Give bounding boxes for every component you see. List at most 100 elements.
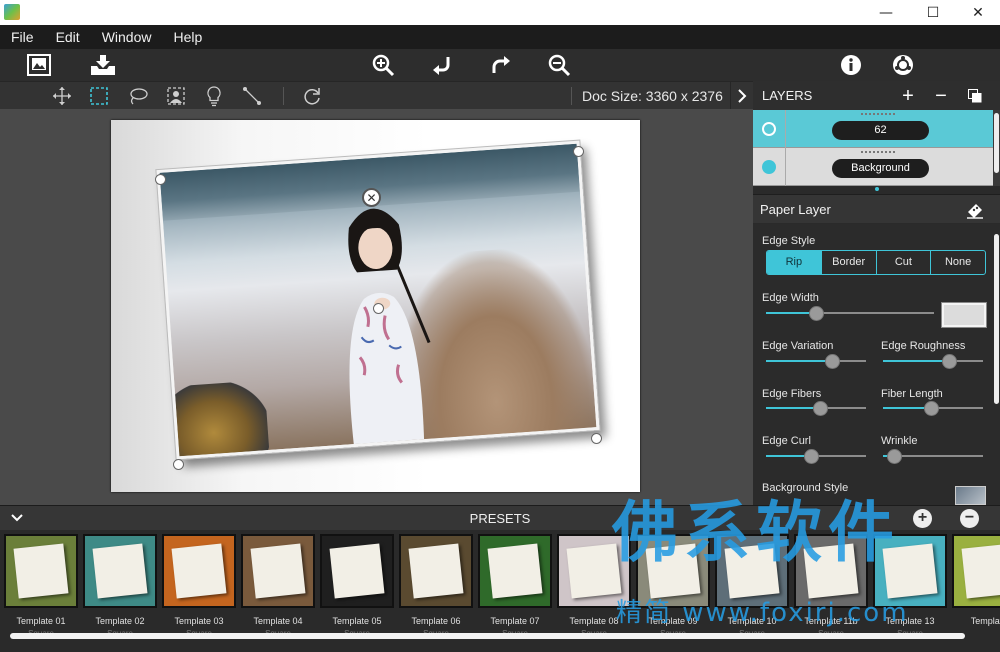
transform-handle-bottom-left[interactable] bbox=[173, 459, 184, 470]
fiber-length-knob[interactable] bbox=[924, 401, 939, 416]
preset-item[interactable]: Template 07Square bbox=[478, 534, 552, 638]
settings-icon[interactable] bbox=[890, 52, 916, 78]
fiber-length-slider[interactable] bbox=[883, 401, 983, 416]
edge-width-label: Edge Width bbox=[762, 292, 819, 304]
remove-layer-button[interactable]: − bbox=[929, 84, 953, 108]
layers-scrollbar[interactable] bbox=[993, 110, 1000, 186]
wrinkle-knob[interactable] bbox=[887, 449, 902, 464]
menu-edit[interactable]: Edit bbox=[45, 25, 91, 49]
presets-scrollbar[interactable] bbox=[10, 633, 965, 639]
tool-divider bbox=[283, 87, 284, 105]
preset-thumbnail[interactable] bbox=[4, 534, 78, 608]
edge-style-cut[interactable]: Cut bbox=[875, 251, 931, 274]
layer-row-62[interactable]: 62 bbox=[753, 110, 993, 148]
redo-icon[interactable] bbox=[488, 52, 514, 78]
add-preset-icon[interactable]: + bbox=[913, 509, 932, 528]
layer-drag-handle-icon[interactable] bbox=[861, 113, 895, 115]
add-layer-button[interactable]: + bbox=[896, 84, 920, 108]
transform-handle-center[interactable] bbox=[373, 303, 384, 314]
preset-label: Template 02 bbox=[95, 616, 145, 626]
zoom-in-icon[interactable] bbox=[370, 52, 396, 78]
zoom-out-icon[interactable] bbox=[546, 52, 572, 78]
chevron-right-icon[interactable] bbox=[730, 82, 752, 110]
menu-file[interactable]: File bbox=[0, 25, 45, 49]
edge-color-swatch[interactable] bbox=[941, 302, 987, 328]
transform-handle-bottom-right[interactable] bbox=[591, 433, 602, 444]
preset-thumbnail-frame bbox=[329, 543, 385, 599]
background-style-swatch[interactable] bbox=[955, 486, 986, 505]
edge-width-slider[interactable] bbox=[766, 306, 934, 321]
preset-label: Template 01 bbox=[16, 616, 66, 626]
layer-drag-handle-icon[interactable] bbox=[861, 151, 895, 153]
preset-thumbnail-frame bbox=[408, 543, 464, 599]
layer-visibility-icon[interactable] bbox=[762, 160, 776, 174]
move-icon[interactable] bbox=[50, 84, 74, 108]
edge-fibers-knob[interactable] bbox=[813, 401, 828, 416]
remove-preset-icon[interactable]: − bbox=[960, 509, 979, 528]
portrait-select-icon[interactable] bbox=[164, 84, 188, 108]
preset-thumbnail[interactable] bbox=[952, 534, 1000, 608]
edge-variation-slider[interactable] bbox=[766, 354, 866, 369]
app-window: — ☐ ✕ File Edit Window Help Doc Size: 33… bbox=[0, 0, 1000, 652]
undo-icon[interactable] bbox=[428, 52, 454, 78]
edge-style-rip[interactable]: Rip bbox=[767, 251, 821, 274]
preset-item[interactable]: Template 01Square bbox=[4, 534, 78, 638]
preset-thumbnail-frame bbox=[961, 543, 1000, 599]
edge-curl-slider[interactable] bbox=[766, 449, 866, 464]
transform-handle-top-left[interactable] bbox=[155, 174, 166, 185]
duplicate-layer-icon[interactable] bbox=[963, 84, 987, 108]
preset-item[interactable]: Template 05Square bbox=[320, 534, 394, 638]
select-rect-icon[interactable] bbox=[87, 84, 111, 108]
lasso-icon[interactable] bbox=[126, 84, 150, 108]
preset-label: Template 05 bbox=[332, 616, 382, 626]
wrinkle-slider[interactable] bbox=[883, 449, 983, 464]
edge-variation-knob[interactable] bbox=[825, 354, 840, 369]
properties-scroll-thumb[interactable] bbox=[994, 234, 999, 404]
preset-thumbnail[interactable] bbox=[83, 534, 157, 608]
paper-properties: Edge Style Rip Border Cut None Edge Widt… bbox=[753, 224, 1000, 505]
preset-item[interactable]: Template 06Square bbox=[399, 534, 473, 638]
eraser-icon[interactable] bbox=[965, 200, 985, 220]
preset-item[interactable]: Template 04Square bbox=[241, 534, 315, 638]
rotate-icon[interactable] bbox=[300, 84, 324, 108]
menu-help[interactable]: Help bbox=[162, 25, 213, 49]
preset-item[interactable]: Template 02Square bbox=[83, 534, 157, 638]
preset-thumbnail[interactable] bbox=[399, 534, 473, 608]
edge-roughness-knob[interactable] bbox=[942, 354, 957, 369]
layers-scroll-thumb[interactable] bbox=[994, 113, 999, 173]
bulb-icon[interactable] bbox=[202, 84, 226, 108]
photo-layer[interactable] bbox=[155, 139, 601, 461]
close-window-button[interactable]: ✕ bbox=[955, 0, 1000, 25]
layer-row-background[interactable]: Background bbox=[753, 148, 993, 186]
main-toolbar bbox=[0, 49, 1000, 81]
canvas-area[interactable]: ✕ bbox=[0, 109, 753, 505]
preset-thumbnail[interactable] bbox=[162, 534, 236, 608]
preset-thumbnail[interactable] bbox=[320, 534, 394, 608]
edge-fibers-slider[interactable] bbox=[766, 401, 866, 416]
edge-width-knob[interactable] bbox=[809, 306, 824, 321]
save-download-icon[interactable] bbox=[90, 52, 116, 78]
preset-thumbnail[interactable] bbox=[478, 534, 552, 608]
edge-curl-knob[interactable] bbox=[804, 449, 819, 464]
remove-layer-icon[interactable]: ✕ bbox=[362, 188, 381, 207]
preset-thumbnail[interactable] bbox=[241, 534, 315, 608]
transform-handle-top-right[interactable] bbox=[573, 146, 584, 157]
menu-window[interactable]: Window bbox=[91, 25, 163, 49]
edge-style-label: Edge Style bbox=[762, 235, 816, 247]
preset-label: Template bbox=[970, 616, 1000, 626]
properties-scrollbar[interactable] bbox=[993, 224, 1000, 505]
preset-thumbnail-frame bbox=[92, 543, 148, 599]
edge-style-none[interactable]: None bbox=[930, 251, 985, 274]
edge-style-border[interactable]: Border bbox=[820, 251, 876, 274]
paper-layer-title: Paper Layer bbox=[760, 202, 831, 217]
preset-item[interactable]: Template 03Square bbox=[162, 534, 236, 638]
line-icon[interactable] bbox=[240, 84, 264, 108]
maximize-button[interactable]: ☐ bbox=[910, 0, 956, 25]
preset-item[interactable]: Template bbox=[952, 534, 1000, 636]
layer-visibility-icon[interactable] bbox=[762, 122, 776, 136]
edge-roughness-slider[interactable] bbox=[883, 354, 983, 369]
wrinkle-label: Wrinkle bbox=[881, 435, 918, 447]
minimize-button[interactable]: — bbox=[863, 0, 909, 25]
open-image-icon[interactable] bbox=[26, 52, 52, 78]
info-icon[interactable] bbox=[838, 52, 864, 78]
